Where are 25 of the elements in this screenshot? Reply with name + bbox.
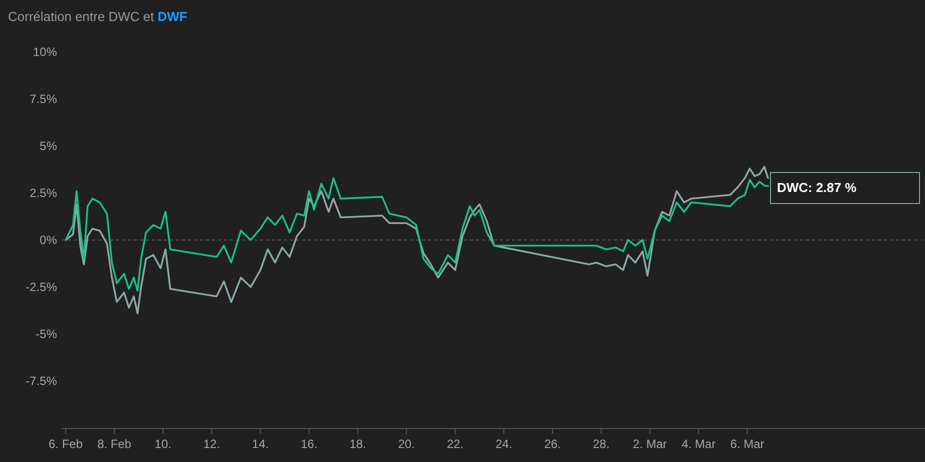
y-tick-label: -7.5% [26,374,57,388]
x-tick-label: 24. [496,437,512,451]
y-tick-label: -2.5% [26,280,57,294]
chart-title: Corrélation entre DWC et DWF [8,8,188,26]
x-tick-label: 22. [446,437,464,451]
y-tick-label: 0% [40,233,57,247]
x-tick-label: 18. [349,437,366,451]
x-tick-label: 16. [300,437,318,451]
x-tick-label: 10. [154,437,172,451]
y-tick-label: 10% [32,45,57,59]
x-tick-label: 14. [252,437,269,451]
x-tick-label: 2. Mar [632,437,667,451]
tooltip: DWC: 2.87 % [770,172,920,204]
y-tick-label: -5% [36,327,57,341]
x-tick-label: 6. Mar [730,437,764,451]
x-tick-label: 20. [398,437,415,451]
y-tick-label: 5% [40,139,57,153]
x-tick-label: 26. [544,437,561,451]
x-tick-label: 6. Feb [48,437,83,451]
x-tick-label: 4. Mar [682,437,716,451]
x-tick-label: 8. Feb [97,437,132,451]
y-tick-label: 2.5% [30,186,57,200]
x-tick-label: 12. [203,437,220,451]
y-tick-label: 7.5% [30,92,57,106]
x-tick-label: 28. [592,437,610,451]
